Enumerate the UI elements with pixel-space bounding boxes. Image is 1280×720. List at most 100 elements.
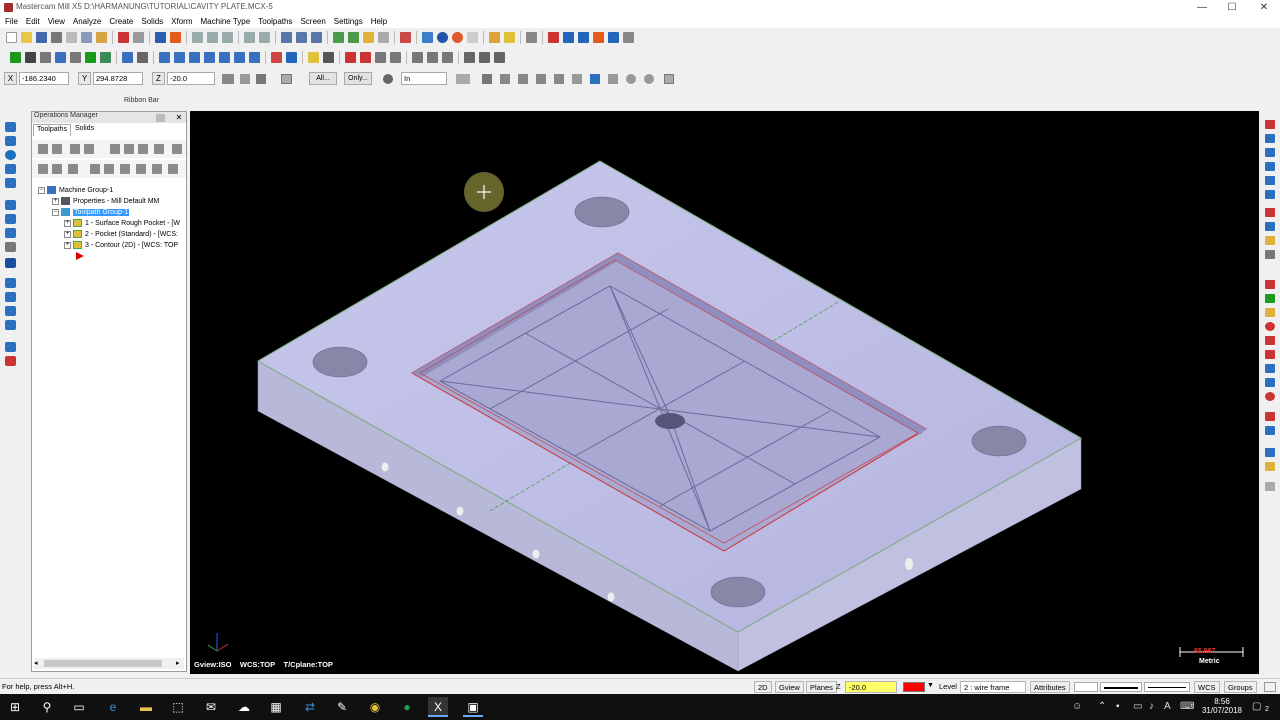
analyze-icon[interactable]: [286, 52, 297, 63]
solid-icon[interactable]: [363, 32, 374, 43]
toggle-posting-icon[interactable]: [68, 164, 78, 174]
analysis-icon[interactable]: [5, 356, 16, 366]
menu-file[interactable]: File: [5, 17, 18, 26]
point-style-dropdown[interactable]: [1074, 682, 1098, 692]
chamfer-icon[interactable]: [70, 52, 81, 63]
router-icon[interactable]: [5, 150, 16, 160]
chrome-icon[interactable]: ◉: [365, 697, 385, 717]
face-icon[interactable]: [360, 52, 371, 63]
solid-sweep-icon[interactable]: [5, 242, 16, 252]
toggle-display-icon[interactable]: [52, 164, 62, 174]
measure-distance-icon[interactable]: [1265, 250, 1275, 259]
post-icon[interactable]: [623, 32, 634, 43]
nesting-icon[interactable]: [479, 52, 490, 63]
search-icon[interactable]: ⚲: [37, 697, 57, 717]
highlight-icon[interactable]: [504, 32, 515, 43]
scale-icon[interactable]: [219, 52, 230, 63]
surface-finish-icon[interactable]: [390, 52, 401, 63]
break-icon[interactable]: [137, 52, 148, 63]
expand-icon[interactable]: +: [52, 197, 59, 205]
sphere-icon[interactable]: [437, 32, 448, 43]
zoom-window-icon[interactable]: [207, 32, 218, 43]
translate-icon[interactable]: [159, 52, 170, 63]
pocket-icon[interactable]: [345, 52, 356, 63]
view-right-icon[interactable]: [1265, 162, 1275, 171]
wireframe-icon[interactable]: [378, 32, 389, 43]
paste-icon[interactable]: [96, 32, 107, 43]
lock-icon[interactable]: [38, 164, 48, 174]
mill-icon[interactable]: [5, 122, 16, 132]
planes-button[interactable]: Planes: [806, 681, 837, 693]
lathe-icon[interactable]: [5, 136, 16, 146]
toolpath-editor-icon[interactable]: [494, 52, 505, 63]
tree-node-machine-group[interactable]: − Machine Group-1: [38, 186, 113, 194]
dimension-icon[interactable]: [578, 32, 589, 43]
tree-node-operation[interactable]: +3 - Contour (2D) - [WCS: TOP: [64, 241, 178, 249]
boolean-icon[interactable]: [5, 278, 16, 288]
menu-toolpaths[interactable]: Toolpaths: [258, 17, 292, 26]
menu-machine-type[interactable]: Machine Type: [201, 17, 251, 26]
notifications-icon[interactable]: ▢: [1252, 701, 1261, 712]
select-window-icon[interactable]: [500, 74, 510, 84]
chain-icon[interactable]: [456, 74, 470, 84]
line-icon[interactable]: [25, 52, 36, 63]
new-file-icon[interactable]: [6, 32, 17, 43]
tree-node-properties[interactable]: + Properties - Mill Default MM: [52, 197, 159, 205]
pencil-icon[interactable]: [489, 32, 500, 43]
point-icon[interactable]: [10, 52, 21, 63]
pan-icon[interactable]: [155, 32, 166, 43]
solid-extrude-icon[interactable]: [5, 214, 16, 224]
recent-fillet-icon[interactable]: [1265, 412, 1275, 421]
drill-icon[interactable]: [308, 52, 319, 63]
view-top-icon[interactable]: [1265, 120, 1275, 129]
wire-icon[interactable]: [5, 164, 16, 174]
select-vector-icon[interactable]: [536, 74, 546, 84]
calculator-icon[interactable]: ▦: [266, 697, 286, 717]
menu-edit[interactable]: Edit: [26, 17, 40, 26]
maximize-button[interactable]: ☐: [1218, 1, 1246, 14]
tab-toolpaths[interactable]: Toolpaths: [33, 124, 71, 136]
app-icon[interactable]: ✎: [332, 697, 352, 717]
graphics-viewport[interactable]: 65.967 Metric: [190, 111, 1259, 674]
clock[interactable]: 8:56 31/07/2018: [1200, 697, 1244, 715]
fast-point-icon[interactable]: [240, 74, 250, 84]
verify-ops-icon[interactable]: [124, 144, 134, 154]
y-coordinate-field[interactable]: 294.8728: [93, 72, 143, 85]
delete-ops-icon[interactable]: [172, 144, 182, 154]
regenerate-dirty-icon[interactable]: [84, 144, 94, 154]
select-group-icon[interactable]: [572, 74, 582, 84]
wcs-button[interactable]: WCS: [1194, 681, 1220, 693]
autocursor-icon[interactable]: [222, 74, 234, 84]
groups-button[interactable]: Groups: [1224, 681, 1257, 693]
panel-close-icon[interactable]: ✕: [174, 113, 184, 123]
view-back-icon[interactable]: [1265, 176, 1275, 185]
select-last-icon[interactable]: [644, 74, 654, 84]
z-coordinate-field[interactable]: -20.0: [167, 72, 215, 85]
task-view-icon[interactable]: ▭: [69, 697, 89, 717]
move-after-icon[interactable]: [136, 164, 146, 174]
mastercam-icon[interactable]: X: [428, 697, 448, 717]
layers-icon[interactable]: [5, 342, 16, 352]
recent-arc-icon[interactable]: [1265, 336, 1275, 345]
menu-screen[interactable]: Screen: [300, 17, 325, 26]
rotate-icon[interactable]: [174, 52, 185, 63]
screen-recorder-icon[interactable]: ▣: [463, 697, 483, 717]
fillet-solid-icon[interactable]: [5, 320, 16, 330]
menu-view[interactable]: View: [48, 17, 65, 26]
gview-button[interactable]: Gview: [775, 681, 804, 693]
eraser-icon[interactable]: [467, 32, 478, 43]
photos-icon[interactable]: ☁: [234, 697, 254, 717]
file-explorer-icon[interactable]: ▬: [136, 697, 156, 717]
high-feed-icon[interactable]: [154, 144, 164, 154]
recent-offset-icon[interactable]: [1265, 426, 1275, 435]
collapse-icon[interactable]: −: [52, 208, 59, 216]
keyboard-icon[interactable]: ⌨: [1180, 701, 1194, 712]
menu-help[interactable]: Help: [371, 17, 387, 26]
view-front-icon[interactable]: [1265, 148, 1275, 157]
zoom-out-icon[interactable]: [244, 32, 255, 43]
input-language-icon[interactable]: A: [1164, 701, 1171, 712]
gview-front-icon[interactable]: [296, 32, 307, 43]
panel-menu-icon[interactable]: [156, 114, 165, 122]
recent-drill-icon[interactable]: [1265, 448, 1275, 457]
zoom-previous-icon[interactable]: [259, 32, 270, 43]
